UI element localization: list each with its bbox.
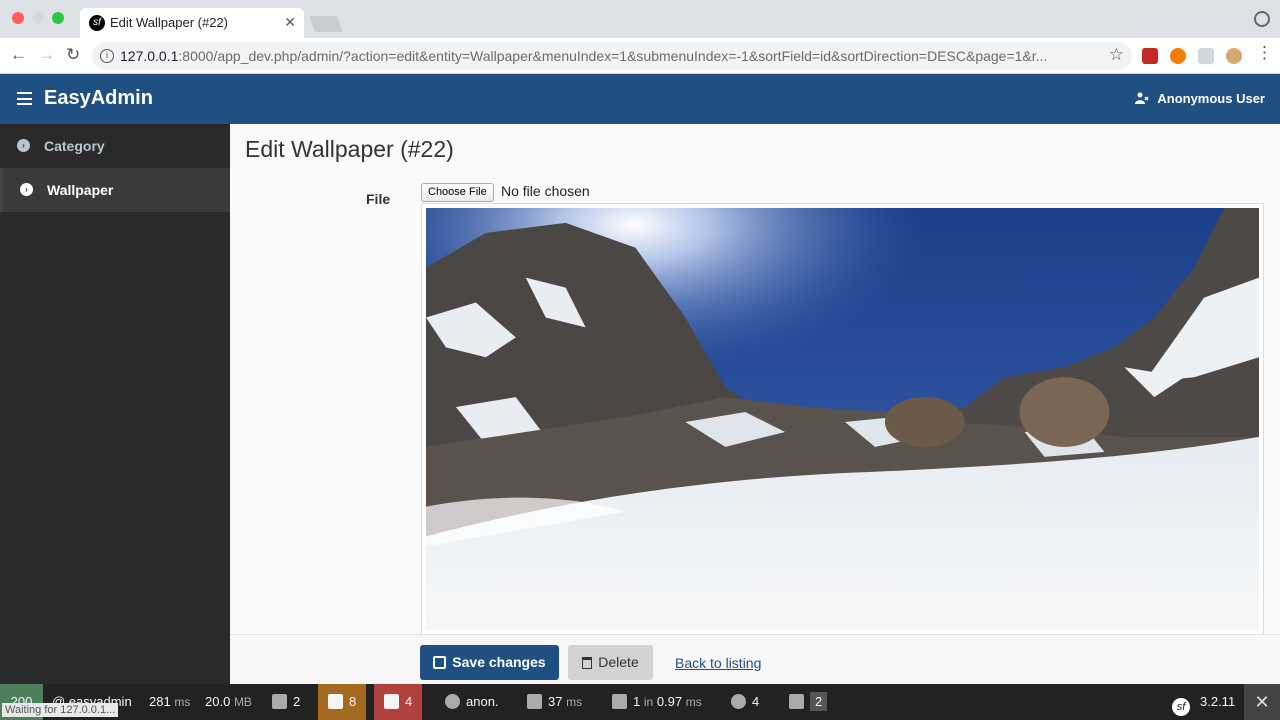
timer-icon <box>527 694 542 709</box>
warning-icon <box>328 694 343 709</box>
warnings-panel[interactable]: 8 <box>318 684 367 720</box>
wallpaper-image <box>426 208 1259 630</box>
save-button-label: Save changes <box>452 654 546 670</box>
extension-icon[interactable] <box>1170 48 1186 64</box>
new-tab-button[interactable] <box>309 16 343 32</box>
symfony-favicon-icon: sf <box>89 15 105 31</box>
app-header: EasyAdmin Anonymous User <box>0 74 1280 124</box>
wallpaper-preview <box>421 203 1264 635</box>
forward-arrow-icon[interactable]: → <box>38 45 55 65</box>
close-window-button[interactable] <box>12 12 24 24</box>
database-icon <box>612 694 627 709</box>
crosshair-icon <box>731 694 746 709</box>
info-icon[interactable]: i <box>100 49 114 63</box>
reload-icon[interactable]: ↻ <box>66 45 80 65</box>
security-panel[interactable]: anon. <box>445 684 499 720</box>
brand-logo[interactable]: EasyAdmin <box>44 87 153 110</box>
chevron-right-circle-icon: › <box>17 139 30 152</box>
symfony-debug-toolbar: 200 @ easyadmin 281 ms 20.0 MB 2 8 4 ano… <box>0 684 1280 720</box>
browser-tab-bar: sf Edit Wallpaper (#22) ✕ <box>0 0 1280 38</box>
file-status: No file chosen <box>501 183 590 199</box>
delete-button[interactable]: Delete <box>568 645 653 680</box>
logs-panel[interactable]: 2 <box>262 684 310 720</box>
profile-icon[interactable] <box>1254 11 1270 27</box>
cookie-extension-icon[interactable] <box>1226 48 1242 64</box>
minimize-window-button[interactable] <box>32 12 44 24</box>
request-time[interactable]: 281 ms <box>149 684 190 720</box>
errors-panel[interactable]: 4 <box>374 684 423 720</box>
debug-panel[interactable]: 2 <box>789 684 828 720</box>
delete-button-label: Delete <box>598 654 639 670</box>
trash-icon <box>582 657 593 669</box>
extension-icon[interactable] <box>1198 48 1214 64</box>
extension-icon[interactable] <box>1142 48 1158 64</box>
user-icon <box>445 694 460 709</box>
logs-icon <box>272 694 287 709</box>
bookmark-star-icon[interactable]: ☆ <box>1109 45 1124 65</box>
sidebar-item-wallpaper[interactable]: › Wallpaper <box>0 168 230 212</box>
browser-toolbar: ← → ↻ i 127.0.0.1:8000/app_dev.php/admin… <box>0 38 1280 74</box>
forms-panel[interactable]: 4 <box>731 684 759 720</box>
back-arrow-icon[interactable]: ← <box>10 45 27 65</box>
wand-icon <box>789 694 804 709</box>
form-actions: Save changes Delete Back to listing <box>230 634 1280 684</box>
tab-title: Edit Wallpaper (#22) <box>110 15 229 30</box>
close-toolbar-icon[interactable]: ✕ <box>1244 684 1280 720</box>
save-icon <box>433 656 447 669</box>
save-changes-button[interactable]: Save changes <box>420 645 559 680</box>
back-to-listing-link[interactable]: Back to listing <box>675 655 761 671</box>
user-times-icon <box>1135 92 1149 104</box>
sidebar: › Category › Wallpaper <box>0 124 230 684</box>
page-title: Edit Wallpaper (#22) <box>245 136 454 162</box>
sidebar-item-category[interactable]: › Category <box>0 124 230 168</box>
symfony-logo-icon: sf <box>1172 698 1190 716</box>
memory-usage[interactable]: 20.0 MB <box>205 684 252 720</box>
user-name: Anonymous User <box>1157 91 1265 106</box>
url-text: 127.0.0.1:8000/app_dev.php/admin/?action… <box>120 48 1048 64</box>
user-menu[interactable]: Anonymous User <box>1135 91 1265 106</box>
chevron-right-circle-icon: › <box>20 183 33 196</box>
database-panel[interactable]: 1 in 0.97 ms <box>612 684 702 720</box>
browser-menu-icon[interactable]: ⋮ <box>1256 43 1273 63</box>
translation-icon <box>384 694 399 709</box>
symfony-version[interactable]: sf 3.2.11 <box>1172 684 1235 720</box>
maximize-window-button[interactable] <box>52 12 64 24</box>
sidebar-item-label: Wallpaper <box>47 182 114 198</box>
tab-close-icon[interactable]: ✕ <box>284 14 296 31</box>
render-time-panel[interactable]: 37 ms <box>527 684 582 720</box>
browser-tab[interactable]: sf Edit Wallpaper (#22) ✕ <box>80 8 304 38</box>
sidebar-item-label: Category <box>44 138 105 154</box>
address-bar[interactable]: i 127.0.0.1:8000/app_dev.php/admin/?acti… <box>92 42 1132 70</box>
browser-status-text: Waiting for 127.0.0.1... <box>2 703 119 717</box>
menu-toggle-icon[interactable] <box>17 92 32 105</box>
choose-file-button[interactable]: Choose File <box>421 183 494 202</box>
file-field-label: File <box>366 191 391 207</box>
